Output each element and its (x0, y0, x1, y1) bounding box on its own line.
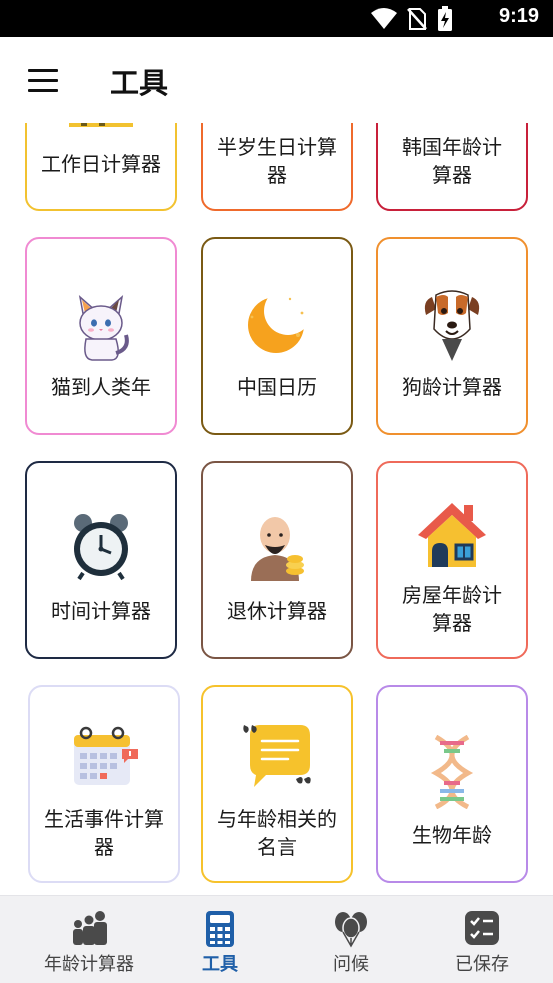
app-root: 9:19 工具 工作日计算器 半岁生日计算器 韩国年龄计算器 猫到人类年 中国日… (0, 0, 553, 983)
card-cat-to-human-years[interactable]: 猫到人类年 (25, 237, 177, 435)
calculator-icon (206, 911, 234, 947)
workday-calendar-icon (69, 123, 133, 127)
card-biological-age[interactable]: 生物年龄 (376, 685, 528, 883)
tools-grid[interactable]: 工作日计算器 半岁生日计算器 韩国年龄计算器 猫到人类年 中国日历 狗龄计算器 … (0, 123, 553, 895)
card-label: 韩国年龄计算器 (402, 135, 502, 187)
battery-charging-icon (438, 6, 452, 31)
card-retirement-calculator[interactable]: 退休计算器 (201, 461, 353, 659)
status-time: 9:19 (498, 5, 539, 27)
nav-label: 年龄计算器 (44, 954, 134, 975)
card-time-calculator[interactable]: 时间计算器 (25, 461, 177, 659)
card-dog-age-calculator[interactable]: 狗龄计算器 (376, 237, 528, 435)
card-workday-calculator[interactable]: 工作日计算器 (25, 123, 177, 211)
card-house-age-calculator[interactable]: 房屋年龄计算器 (376, 461, 528, 659)
no-sim-icon (407, 8, 427, 30)
card-label: 退休计算器 (227, 599, 327, 623)
card-age-quotes[interactable]: 与年龄相关的名言 (201, 685, 353, 883)
card-chinese-calendar[interactable]: 中国日历 (201, 237, 353, 435)
nav-saved[interactable]: 已保存 (413, 896, 551, 983)
event-calendar-icon (74, 726, 138, 785)
app-bar: 工具 (0, 37, 553, 123)
dna-icon (430, 735, 474, 809)
checklist-icon (465, 911, 499, 945)
nav-age-calculator[interactable]: 年龄计算器 (20, 896, 158, 983)
card-half-birthday-calculator[interactable]: 半岁生日计算器 (201, 123, 353, 211)
card-label: 狗龄计算器 (402, 375, 502, 399)
hamburger-menu-icon[interactable] (22, 61, 64, 99)
card-label: 与年龄相关的名言 (217, 807, 337, 859)
card-label: 生活事件计算器 (44, 807, 164, 859)
nav-label: 工具 (202, 954, 238, 975)
alarm-clock-icon (74, 514, 128, 581)
nav-tools[interactable]: 工具 (151, 896, 289, 983)
card-label: 生物年龄 (412, 823, 492, 847)
card-label: 猫到人类年 (51, 375, 151, 399)
card-korean-age-calculator[interactable]: 韩国年龄计算器 (376, 123, 528, 211)
dog-icon (424, 290, 480, 361)
card-label: 时间计算器 (51, 599, 151, 623)
wifi-icon (371, 8, 397, 29)
card-label: 半岁生日计算器 (217, 135, 337, 187)
cat-icon (78, 295, 129, 361)
balloons-icon (335, 912, 367, 948)
card-label: 中国日历 (237, 375, 317, 399)
house-icon (418, 503, 486, 567)
card-label: 工作日计算器 (41, 152, 161, 176)
page-title: 工具 (110, 66, 169, 100)
card-life-event-calculator[interactable]: 生活事件计算器 (28, 685, 180, 883)
status-bar: 9:19 (0, 0, 553, 37)
crescent-moon-icon (248, 297, 304, 353)
nav-label: 问候 (333, 954, 369, 975)
bottom-navigation: 年龄计算器 工具 问候 已保存 (0, 895, 553, 983)
retired-man-icon (251, 517, 304, 581)
card-label: 房屋年龄计算器 (402, 583, 502, 635)
nav-label: 已保存 (455, 954, 509, 975)
nav-greetings[interactable]: 问候 (282, 896, 420, 983)
family-icon (73, 911, 107, 945)
status-icons (371, 6, 453, 32)
quote-bubble-icon (243, 725, 311, 787)
